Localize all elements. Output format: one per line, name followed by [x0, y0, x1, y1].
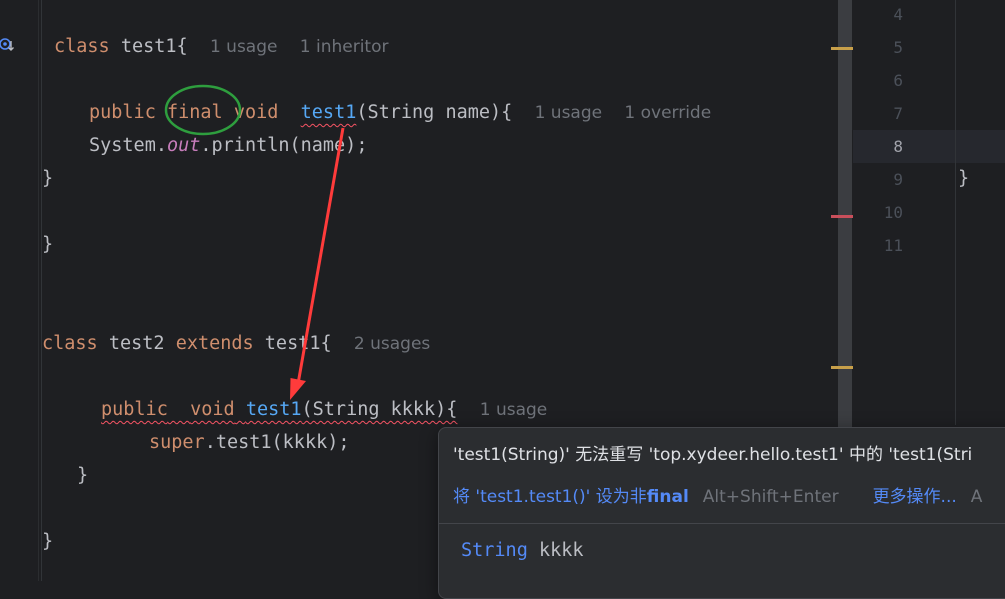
super-call: .test1(kkkk);: [204, 432, 350, 453]
fix-prefix: 将: [453, 487, 476, 507]
line-number: 11: [883, 236, 903, 255]
more-actions-shortcut: A: [970, 487, 983, 507]
closing-brace: }: [958, 168, 970, 189]
code-line-class-test1[interactable]: class test1{ 1 usage 1 inheritor: [54, 30, 388, 63]
more-actions-link[interactable]: 更多操作...: [873, 487, 957, 507]
keyword-public: public: [101, 399, 168, 420]
usage-hint[interactable]: 1 usage: [210, 37, 278, 57]
warning-marker[interactable]: [831, 366, 853, 369]
system-ref: System.: [89, 135, 167, 156]
method-params: (String name){: [356, 102, 513, 123]
method-name-test1[interactable]: test1: [246, 399, 302, 420]
closing-brace: }: [42, 168, 54, 189]
code-line-method-test1[interactable]: public final void test1(String name){ 1 …: [89, 96, 711, 129]
indent-guide: [41, 0, 42, 581]
error-tooltip-popup[interactable]: 'test1(String)' 无法重写 'top.xydeer.hello.t…: [438, 427, 1005, 599]
code-line-println[interactable]: System.out.println(name);: [89, 129, 367, 162]
parent-class: test1{: [264, 333, 332, 354]
code-line-class-test2[interactable]: class test2 extends test1{ 2 usages: [42, 327, 430, 360]
class-name: test1{: [120, 36, 188, 57]
closing-brace: }: [77, 465, 89, 486]
quick-fix-row[interactable]: 将 'test1.test1()' 设为非final Alt+Shift+Ente…: [453, 482, 982, 507]
warning-marker[interactable]: [831, 47, 853, 50]
usages-hint[interactable]: 2 usages: [354, 334, 430, 354]
keyword-super: super: [149, 432, 205, 453]
parameter-signature: String kkkk: [461, 540, 584, 561]
pane-separator: [955, 0, 956, 425]
line-number: 5: [893, 38, 903, 57]
fix-middle: 设为非: [590, 487, 647, 507]
usage-hint[interactable]: 1 usage: [480, 400, 548, 420]
popup-divider: [439, 523, 1005, 524]
fix-keyword: final: [646, 487, 689, 507]
closing-brace: }: [42, 234, 54, 255]
method-name-test1[interactable]: test1: [301, 102, 357, 123]
code-line-method-test1-override[interactable]: public void test1(String kkkk){ 1 usage: [101, 393, 547, 426]
method-params: (String kkkk){: [301, 399, 458, 420]
line-number: 9: [893, 170, 903, 189]
error-message: 'test1(String)' 无法重写 'top.xydeer.hello.t…: [453, 445, 973, 465]
keyword-void: void: [190, 399, 235, 420]
fix-shortcut: Alt+Shift+Enter: [702, 487, 839, 507]
class-name: test2: [108, 333, 165, 354]
param-name: kkkk: [527, 540, 584, 561]
line-number: 10: [883, 203, 903, 222]
line-number: 6: [893, 71, 903, 90]
editor-gutter: [0, 0, 39, 581]
keyword-class: class: [54, 36, 110, 57]
inheritor-hint[interactable]: 1 inheritor: [300, 37, 389, 57]
param-type: String: [461, 540, 528, 561]
code-line-super-call[interactable]: super.test1(kkkk);: [149, 426, 350, 459]
error-marker[interactable]: [831, 215, 853, 218]
keyword-public: public: [89, 102, 156, 123]
field-out: out: [166, 135, 201, 156]
quick-fix-link[interactable]: 将 'test1.test1()' 设为非final: [453, 487, 689, 507]
fix-target: 'test1.test1()': [475, 487, 591, 507]
keyword-class: class: [42, 333, 98, 354]
closing-brace: }: [42, 531, 54, 552]
keyword-final: final: [166, 102, 223, 123]
implemented-override-icon[interactable]: [0, 36, 16, 54]
line-number: 4: [893, 5, 903, 24]
keyword-extends: extends: [175, 333, 254, 354]
keyword-void: void: [233, 102, 279, 123]
line-number: 7: [893, 104, 903, 123]
println-call: .println(name);: [200, 135, 368, 156]
line-number-current: 8: [893, 137, 903, 156]
usage-hint[interactable]: 1 usage: [535, 103, 603, 123]
override-hint[interactable]: 1 override: [624, 103, 711, 123]
